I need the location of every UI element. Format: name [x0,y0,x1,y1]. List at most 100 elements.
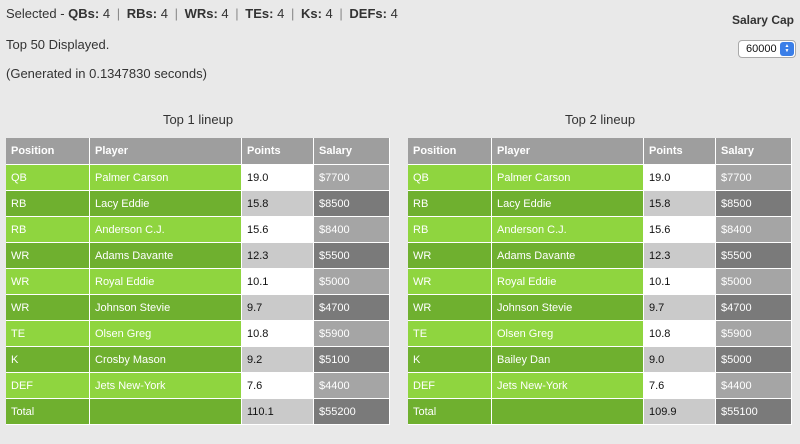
lineup-1: Top 1 lineup Position Player Points Salary Q… [6,112,390,425]
table-row: K Bailey Dan 9.0 $5000 [408,347,792,373]
salary-cell: $5000 [716,347,792,373]
player-cell: Crosby Mason [90,347,242,373]
position-cell: RB [408,217,492,243]
points-cell: 15.6 [242,217,314,243]
salary-cap-label: Salary Cap [731,13,794,27]
position-cell: RB [6,191,90,217]
summary-separator: | [116,6,121,21]
player-cell: Anderson C.J. [90,217,242,243]
salary-cell: $5900 [314,321,390,347]
lineup-title: Top 2 lineup [564,112,636,127]
table-row: RB Lacy Eddie 15.8 $8500 [6,191,390,217]
table-row: RB Lacy Eddie 15.8 $8500 [408,191,792,217]
salary-cell: $7700 [716,165,792,191]
column-header-position: Position [6,138,90,165]
table-row: DEF Jets New-York 7.6 $4400 [6,373,390,399]
column-header-salary: Salary [314,138,390,165]
points-cell: 10.1 [644,269,716,295]
lineup-2: Top 2 lineup Position Player Points Salary Q… [408,112,792,425]
total-row: Total 110.1 $55200 [6,399,390,425]
table-row: TE Olsen Greg 10.8 $5900 [6,321,390,347]
points-cell: 7.6 [242,373,314,399]
player-cell: Johnson Stevie [90,295,242,321]
summary-separator: | [235,6,239,21]
position-cell: DEF [6,373,90,399]
position-cell: TE [408,321,492,347]
player-cell [90,399,242,425]
summary-rb-count: 4 [160,6,168,21]
salary-cell: $8400 [314,217,390,243]
table-row: TE Olsen Greg 10.8 $5900 [408,321,792,347]
table-header-row: Position Player Points Salary [6,138,390,165]
salary-cap-select[interactable]: 60000 ▲ ▼ [738,40,796,58]
lineup-table: Position Player Points Salary QB Palmer Carso… [408,138,792,425]
points-cell: 10.8 [242,321,314,347]
total-points: 110.1 [242,399,314,425]
table-row: WR Adams Davante 12.3 $5500 [408,243,792,269]
table-row: RB Anderson C.J. 15.6 $8400 [6,217,390,243]
player-cell: Lacy Eddie [90,191,242,217]
points-cell: 9.7 [644,295,716,321]
points-cell: 9.7 [242,295,314,321]
position-cell: TE [6,321,90,347]
summary-def-label: DEFs: [349,6,387,21]
total-salary: $55200 [314,399,390,425]
salary-cell: $7700 [314,165,390,191]
player-cell: Royal Eddie [492,269,644,295]
total-points: 109.9 [644,399,716,425]
summary-qb-label: QBs: [68,6,100,21]
salary-cell: $5500 [716,243,792,269]
column-header-points: Points [242,138,314,165]
player-cell: Anderson C.J. [492,217,644,243]
player-cell: Lacy Eddie [492,191,644,217]
summary-k-label: Ks: [300,6,322,21]
summary-separator: | [339,6,343,21]
player-cell: Bailey Dan [492,347,644,373]
generated-time-text: (Generated in 0.1347830 seconds) [6,66,207,81]
points-cell: 10.8 [644,321,716,347]
points-cell: 19.0 [242,165,314,191]
player-cell: Royal Eddie [90,269,242,295]
position-cell: QB [6,165,90,191]
summary-k-count: 4 [325,6,333,21]
position-cell: RB [408,191,492,217]
summary-rb-label: RBs: [126,6,158,21]
summary-separator: | [174,6,178,21]
position-cell: K [408,347,492,373]
column-header-salary: Salary [716,138,792,165]
position-cell: WR [408,295,492,321]
table-row: QB Palmer Carson 19.0 $7700 [408,165,792,191]
player-cell: Adams Davante [90,243,242,269]
column-header-position: Position [408,138,492,165]
lineup-table: Position Player Points Salary QB Palmer Carso… [6,138,390,425]
table-header-row: Position Player Points Salary [408,138,792,165]
table-row: WR Adams Davante 12.3 $5500 [6,243,390,269]
table-row: WR Royal Eddie 10.1 $5000 [408,269,792,295]
position-cell: WR [6,295,90,321]
points-cell: 10.1 [242,269,314,295]
player-cell: Jets New-York [492,373,644,399]
points-cell: 7.6 [644,373,716,399]
salary-cell: $4400 [716,373,792,399]
summary-te-count: 4 [277,6,285,21]
player-cell: Jets New-York [90,373,242,399]
total-label: Total [408,399,492,425]
total-row: Total 109.9 $55100 [408,399,792,425]
salary-cap-value: 60000 [746,43,777,55]
position-cell: K [6,347,90,373]
points-cell: 15.6 [644,217,716,243]
player-cell: Adams Davante [492,243,644,269]
salary-cell: $5500 [314,243,390,269]
table-row: WR Royal Eddie 10.1 $5000 [6,269,390,295]
summary-te-label: TEs: [245,6,274,21]
summary-wr-label: WRs: [184,6,218,21]
salary-cell: $8400 [716,217,792,243]
player-cell: Palmer Carson [492,165,644,191]
salary-cell: $4400 [314,373,390,399]
column-header-player: Player [492,138,644,165]
salary-cell: $5900 [716,321,792,347]
selection-summary: Selected - QBs: 4 | RBs: 4 | WRs: 4 | TE… [6,6,398,22]
summary-separator: | [290,6,295,21]
player-cell: Palmer Carson [90,165,242,191]
position-cell: DEF [408,373,492,399]
